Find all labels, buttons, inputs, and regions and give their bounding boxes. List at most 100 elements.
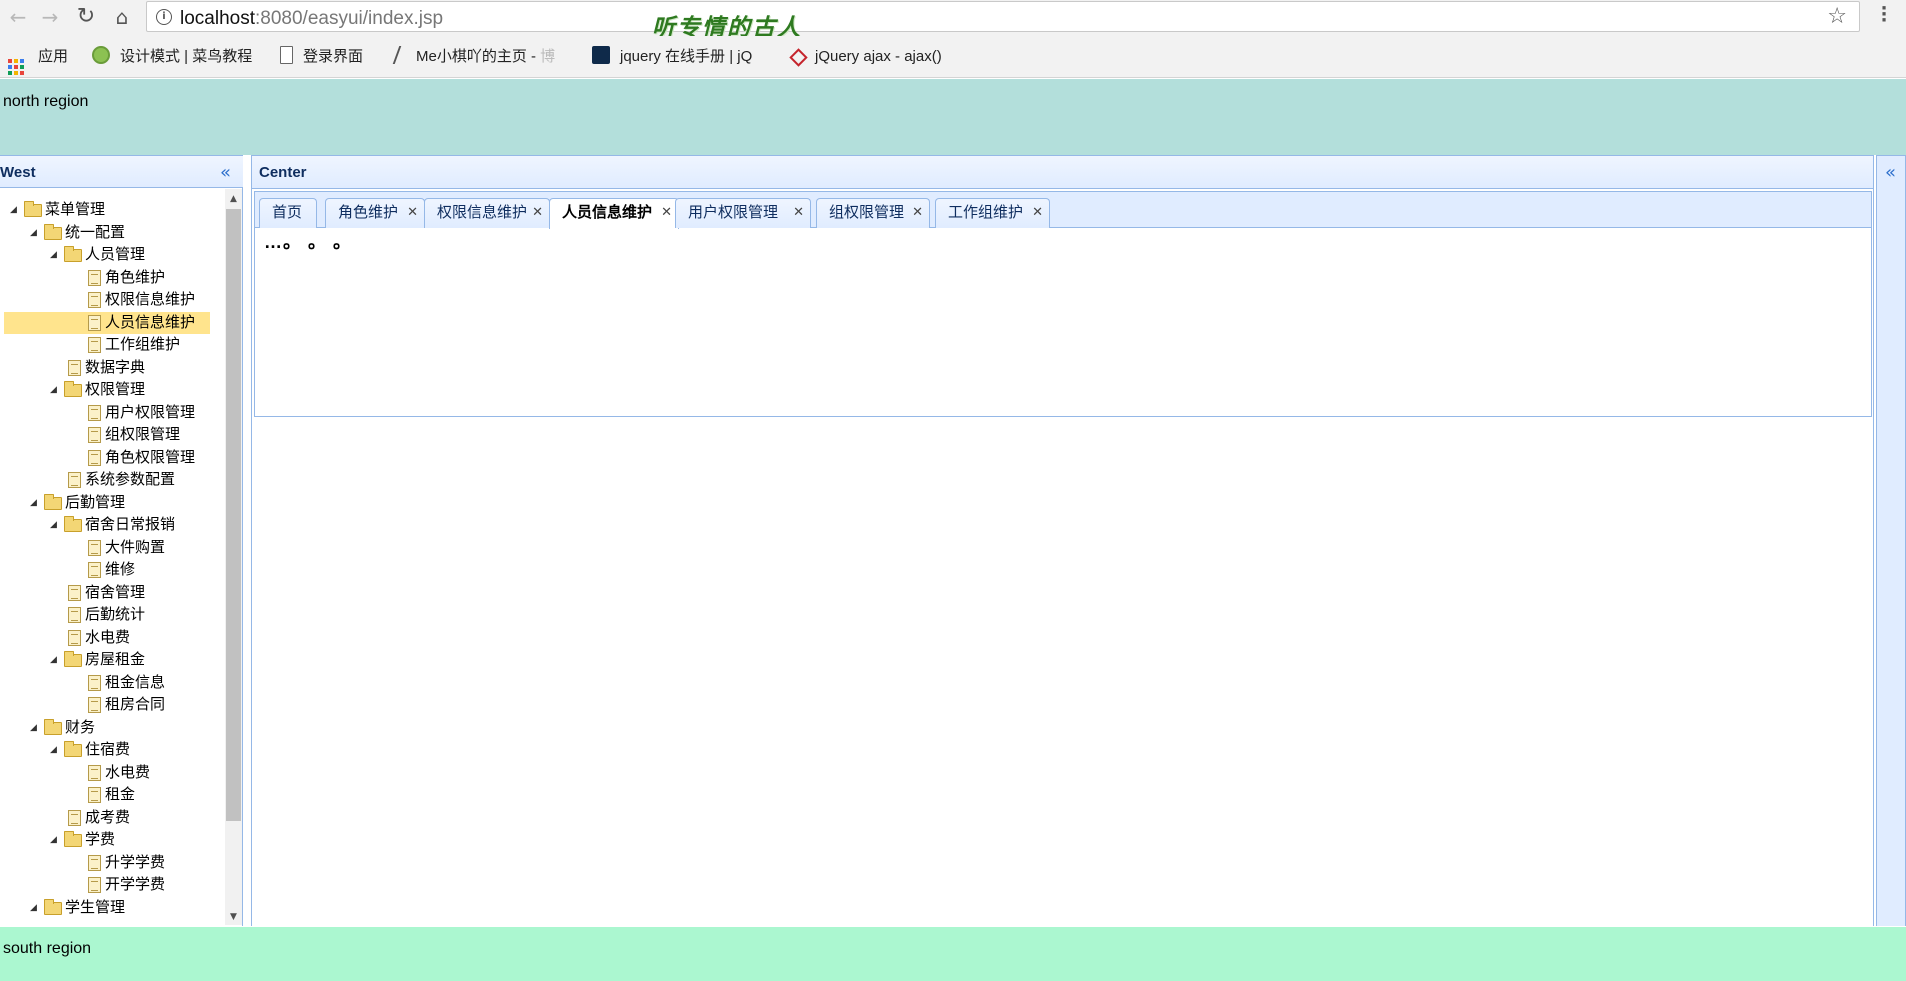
close-tab-icon[interactable]: ✕ xyxy=(912,199,923,227)
tree-node-label: 财务 xyxy=(65,718,96,736)
file-icon xyxy=(88,404,101,421)
tree-node[interactable]: ◢ 人员管理 xyxy=(4,244,224,267)
browser-toolbar: ← → ↻ ⌂ i localhost:8080/easyui/index.js… xyxy=(0,0,1906,41)
tree-node[interactable]: ◢ 住宿费 xyxy=(4,739,224,762)
tree-node-label: 房屋租金 xyxy=(85,651,146,668)
tree-node[interactable]: 人员信息维护 xyxy=(4,311,210,334)
tree-node[interactable]: ◢ 统一配置 xyxy=(4,222,224,245)
file-icon xyxy=(88,427,101,443)
tab-2[interactable]: 角色维护 ✕ xyxy=(325,198,425,228)
forward-icon[interactable]: → xyxy=(38,5,62,29)
file-icon xyxy=(68,472,81,488)
tree-node[interactable]: 组权限管理 xyxy=(4,424,224,447)
folder-open-icon xyxy=(64,651,82,667)
bookmark-label: 应用 xyxy=(38,48,69,65)
tree-node[interactable]: 租金 xyxy=(4,784,224,807)
expand-toggle-icon[interactable]: ◢ xyxy=(50,649,57,671)
folder-open-icon xyxy=(44,898,62,915)
tree-node[interactable]: 开学学费 xyxy=(4,874,224,897)
tree-node[interactable]: 维修 xyxy=(4,559,224,582)
tree-node[interactable]: ◢ 后勤管理 xyxy=(4,492,224,515)
expand-toggle-icon[interactable]: ◢ xyxy=(50,739,57,761)
tree-node-label: 水电费 xyxy=(105,763,151,781)
expand-toggle-icon[interactable]: ◢ xyxy=(30,492,37,514)
tree-node[interactable]: ◢ 菜单管理 xyxy=(4,199,224,222)
expand-toggle-icon[interactable]: ◢ xyxy=(30,897,37,919)
tree-node[interactable]: ◢ 财务 xyxy=(4,717,224,740)
west-panel-header: West « xyxy=(0,155,243,188)
expand-east-icon[interactable]: « xyxy=(1885,162,1896,183)
tab-1[interactable]: 首页 xyxy=(259,198,317,228)
tree-node[interactable]: 角色权限管理 xyxy=(4,447,224,470)
expand-toggle-icon[interactable]: ◢ xyxy=(50,379,57,401)
west-panel-title: West xyxy=(0,164,36,181)
bookmark-item[interactable]: Me小棋吖的主页 - 博 xyxy=(392,46,555,68)
expand-toggle-icon[interactable]: ◢ xyxy=(10,199,17,221)
tree-node[interactable]: 水电费 xyxy=(4,762,224,785)
tab-label: 角色维护 xyxy=(338,204,399,221)
scroll-up-icon[interactable]: ▲ xyxy=(225,191,242,207)
tree-node-label: 大件购置 xyxy=(105,538,166,556)
tab-7[interactable]: 工作组维护 ✕ xyxy=(935,198,1050,228)
north-region-text: north region xyxy=(3,93,89,110)
tree-node[interactable]: 宿舍管理 xyxy=(4,582,224,605)
west-scrollbar[interactable]: ▲ ▼ xyxy=(225,189,242,925)
scrollbar-thumb[interactable] xyxy=(226,209,241,821)
info-icon[interactable]: i xyxy=(156,9,172,25)
tree-node[interactable]: ◢ 宿舍日常报销 xyxy=(4,514,224,537)
tabs-container: 首页 角色维护 ✕ 权限信息维护 ✕ 人员信息维护 ✕ 用户权限管理 ✕ 组权限管理 ✕ 工作组维护 ✕… xyxy=(254,191,1872,417)
tab-4[interactable]: 人员信息维护 ✕ xyxy=(549,198,679,229)
tree-node[interactable]: ◢ 房屋租金 xyxy=(4,649,224,672)
expand-toggle-icon[interactable]: ◢ xyxy=(50,514,57,536)
center-panel: Center 首页 角色维护 ✕ 权限信息维护 ✕ 人员信息维护 ✕ 用户权限管理 ✕ 组权限管理… xyxy=(251,155,1874,926)
expand-toggle-icon[interactable]: ◢ xyxy=(30,717,37,739)
expand-toggle-icon[interactable]: ◢ xyxy=(50,244,57,266)
bookmark-item[interactable]: jquery 在线手册 | jQ xyxy=(592,46,752,68)
tab-3[interactable]: 权限信息维护 ✕ xyxy=(424,198,550,228)
address-bar[interactable]: i localhost:8080/easyui/index.jsp 听专情的古人… xyxy=(146,1,1860,41)
close-tab-icon[interactable]: ✕ xyxy=(661,199,672,227)
tree-node[interactable]: 角色维护 xyxy=(4,267,224,290)
tree-node-label: 开学学费 xyxy=(105,876,166,893)
tree-node-label: 组权限管理 xyxy=(105,426,181,443)
expand-toggle-icon[interactable]: ◢ xyxy=(50,829,57,851)
tab-5[interactable]: 用户权限管理 ✕ xyxy=(675,198,811,228)
expand-toggle-icon[interactable]: ◢ xyxy=(30,222,37,244)
tree-node[interactable]: 成考费 xyxy=(4,807,224,830)
close-tab-icon[interactable]: ✕ xyxy=(532,199,543,227)
tree-node[interactable]: 升学学费 xyxy=(4,852,224,875)
tree-node-label: 统一配置 xyxy=(65,223,126,241)
home-icon[interactable]: ⌂ xyxy=(110,5,134,29)
tab-6[interactable]: 组权限管理 ✕ xyxy=(816,198,930,228)
collapse-west-icon[interactable]: « xyxy=(220,162,231,183)
tree-node[interactable]: ◢ 学生管理 xyxy=(4,897,224,920)
tree-node[interactable]: ◢ 权限管理 xyxy=(4,379,224,402)
scroll-down-icon[interactable]: ▼ xyxy=(225,909,242,925)
tree-node[interactable]: 用户权限管理 xyxy=(4,402,224,425)
tree-node-label: 人员信息维护 xyxy=(105,313,196,331)
tree-node[interactable]: 大件购置 xyxy=(4,537,224,560)
tree-node[interactable]: ◢ 学费 xyxy=(4,829,224,852)
tree-node[interactable]: 水电费 xyxy=(4,627,224,650)
tree-node[interactable]: 系统参数配置 xyxy=(4,469,224,492)
tree-node-label: 水电费 xyxy=(85,628,131,646)
bookmark-item[interactable]: 登录界面 xyxy=(280,46,363,68)
url-text[interactable]: localhost:8080/easyui/index.jsp xyxy=(180,8,443,30)
tree-node[interactable]: 数据字典 xyxy=(4,357,224,380)
close-tab-icon[interactable]: ✕ xyxy=(793,199,804,227)
bookmark-star-icon[interactable]: ☆ xyxy=(1827,4,1847,29)
bookmark-item[interactable]: 设计模式 | 菜鸟教程 xyxy=(92,46,252,68)
tree-node[interactable]: 后勤统计 xyxy=(4,604,224,627)
close-tab-icon[interactable]: ✕ xyxy=(1032,199,1043,227)
tree-node[interactable]: 租金信息 xyxy=(4,672,224,695)
menu-icon[interactable]: · · · xyxy=(1880,0,1888,30)
bookmark-item[interactable]: 应用 xyxy=(8,46,69,75)
tree-node[interactable]: 工作组维护 xyxy=(4,334,224,357)
close-tab-icon[interactable]: ✕ xyxy=(407,199,418,227)
tree-node[interactable]: 权限信息维护 xyxy=(4,289,224,312)
menu-tree: ◢ 菜单管理 ◢ 统一配置 ◢ 人员管理 角色维护 权限信息维护 人员信息维护 工作组维护 数据字典… xyxy=(4,199,224,919)
tree-node[interactable]: 租房合同 xyxy=(4,694,224,717)
reload-icon[interactable]: ↻ xyxy=(74,5,98,29)
bookmark-item[interactable]: jQuery ajax - ajax() xyxy=(789,46,942,68)
back-icon[interactable]: ← xyxy=(6,5,30,29)
